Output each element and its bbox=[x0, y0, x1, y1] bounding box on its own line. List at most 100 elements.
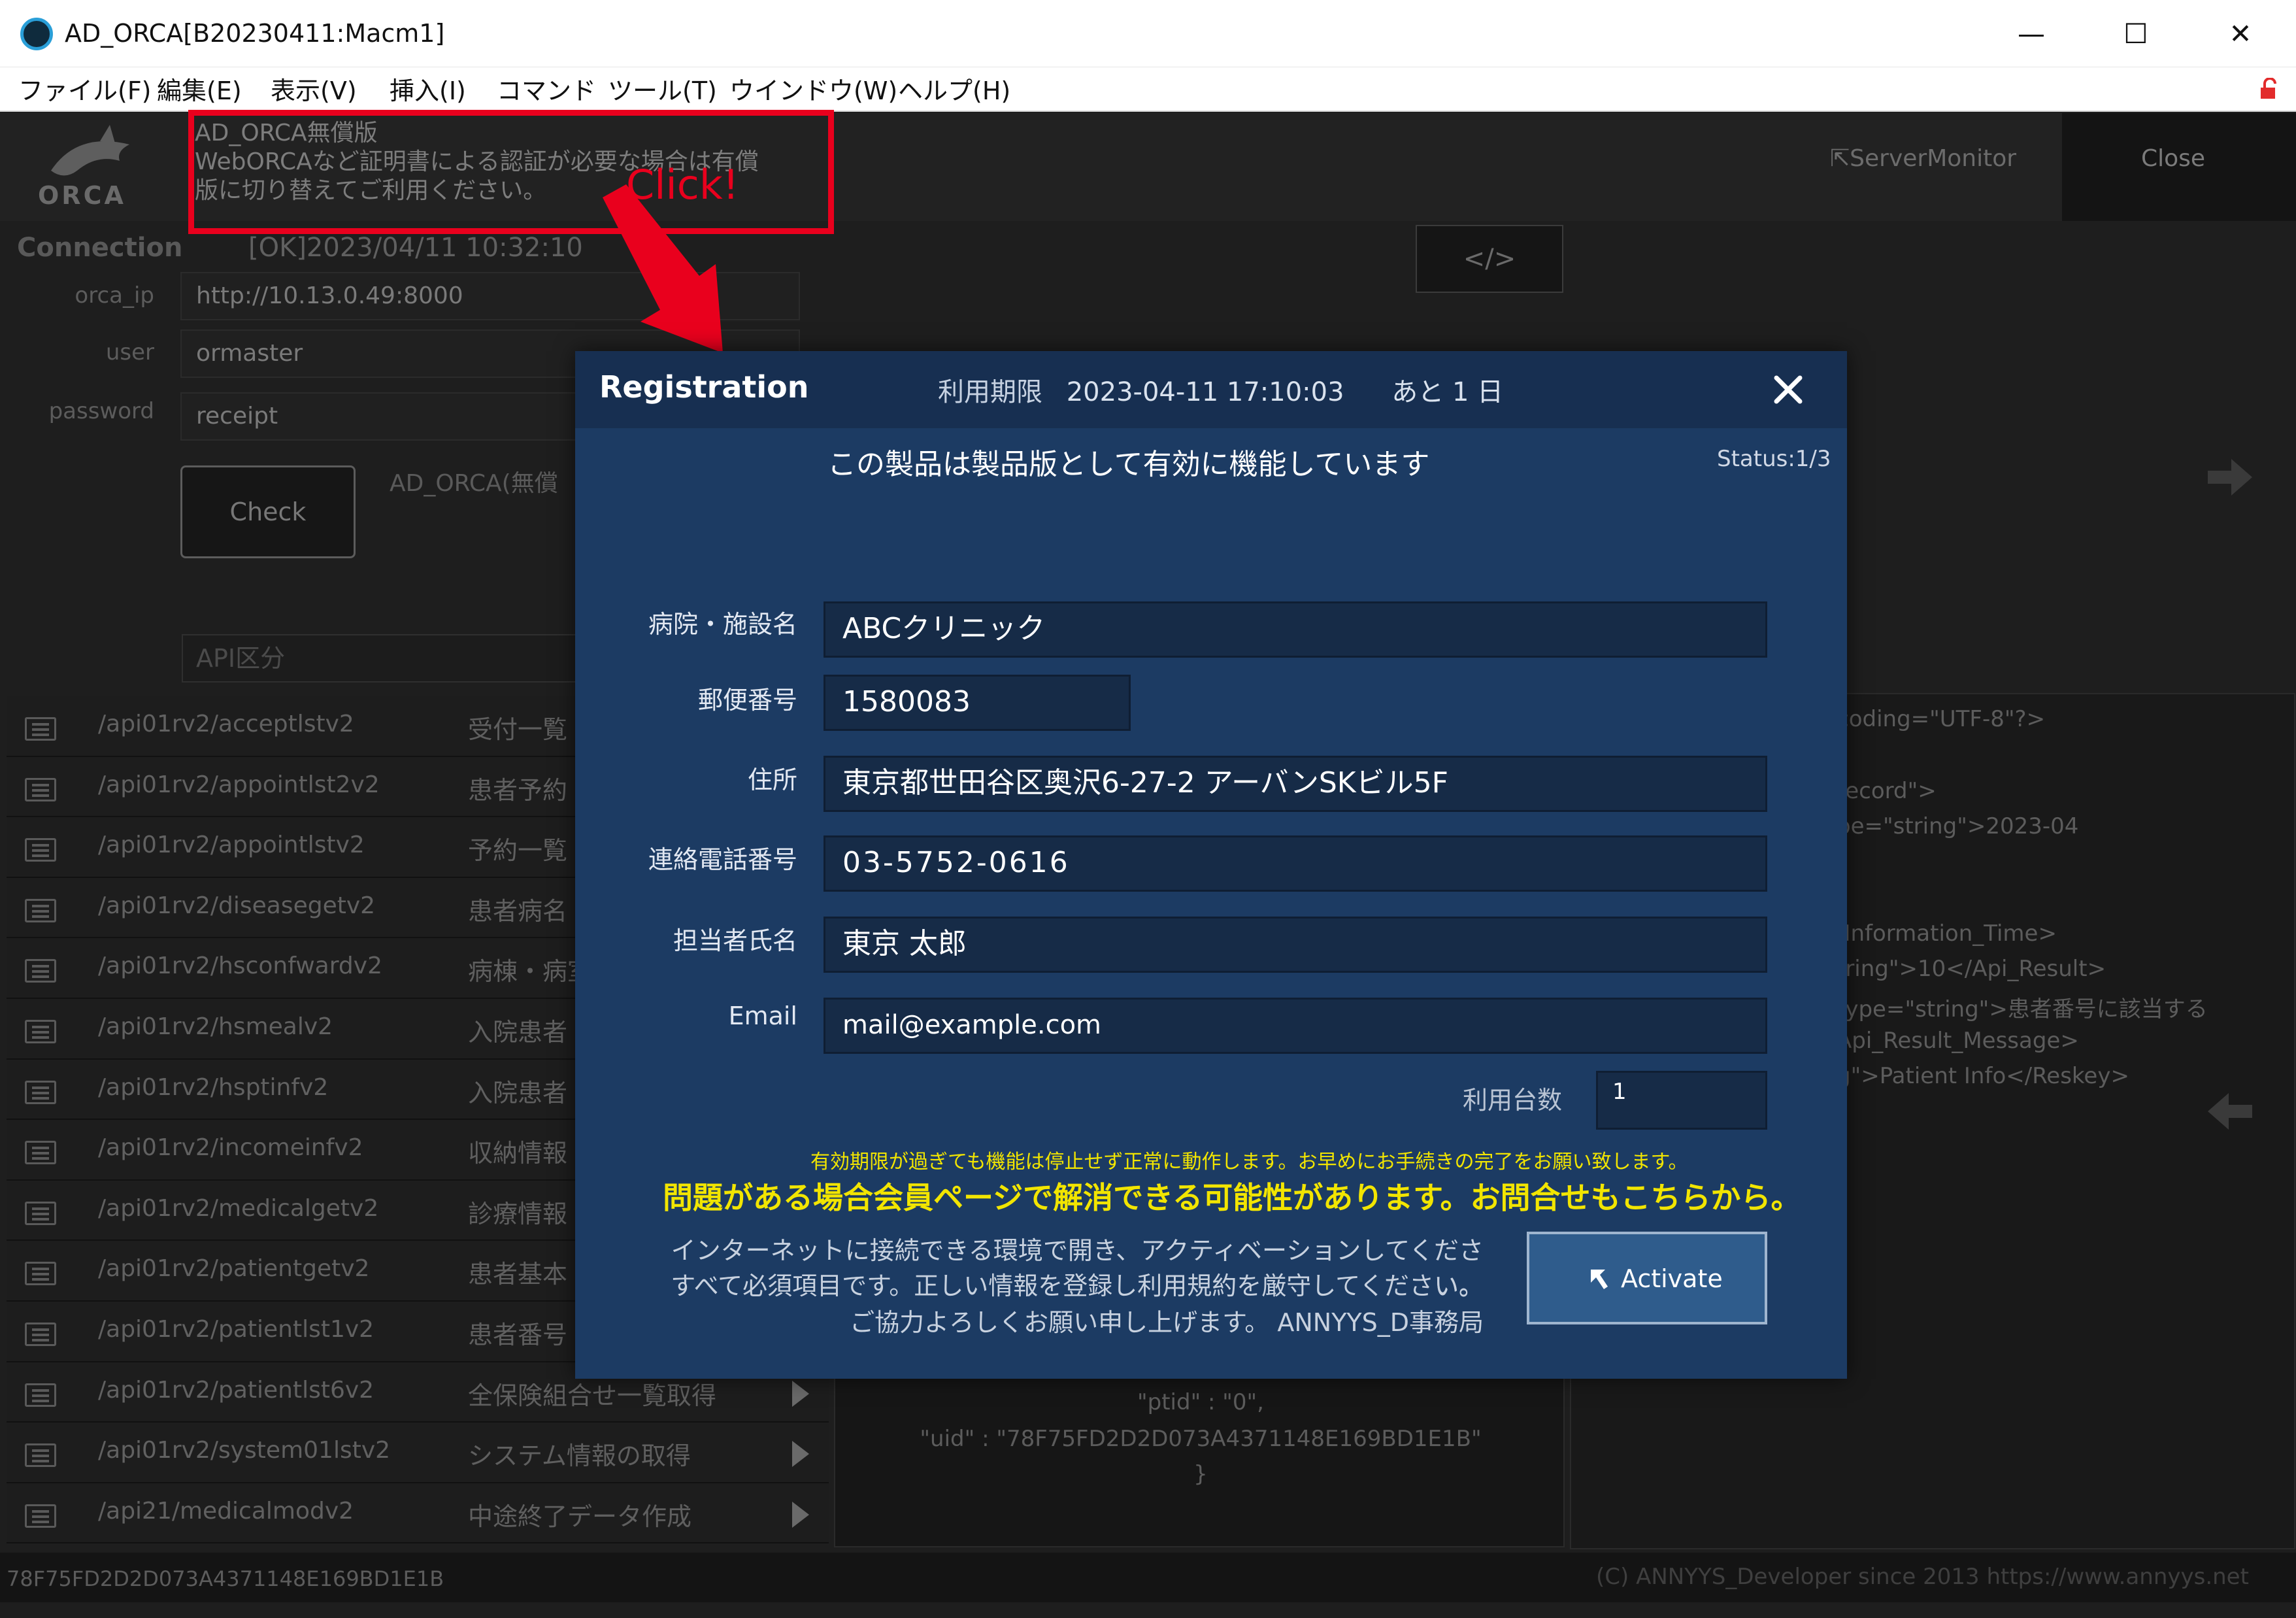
play-icon[interactable] bbox=[792, 1501, 809, 1528]
document-icon bbox=[25, 1383, 56, 1407]
units-input[interactable]: 1 bbox=[1596, 1071, 1767, 1130]
minimize-button[interactable]: — bbox=[2012, 14, 2051, 54]
list-item[interactable]: /api01rv2/system01lstv2 システム情報の取得 bbox=[7, 1423, 829, 1483]
document-icon bbox=[25, 1443, 56, 1468]
app-icon bbox=[20, 18, 53, 50]
list-item[interactable]: /api21/medicalmodv2 中途終了データ作成 bbox=[7, 1483, 829, 1544]
api-description: 患者予約 bbox=[468, 775, 568, 805]
menu-help[interactable]: ヘルプ(H) bbox=[898, 74, 1010, 108]
api-description: 中途終了データ作成 bbox=[468, 1502, 692, 1531]
window-title: AD_ORCA[B20230411:Macm1] bbox=[65, 19, 445, 48]
document-icon bbox=[25, 959, 56, 983]
api-path: /api01rv2/appointlstv2 bbox=[98, 832, 365, 859]
api-path: /api21/medicalmodv2 bbox=[98, 1497, 354, 1525]
app-window: { "window": { "title": "AD_ORCA[B2023041… bbox=[0, 0, 2296, 1618]
api-path: /api01rv2/acceptlstv2 bbox=[98, 711, 354, 737]
expiry-value: 2023-04-11 17:10:03 bbox=[1066, 377, 1344, 407]
address-label: 住所 bbox=[747, 766, 797, 794]
api-description: 入院患者 bbox=[468, 1017, 568, 1047]
play-icon[interactable] bbox=[792, 1441, 809, 1468]
address-input[interactable]: 東京都世田谷区奥沢6-27-2 アーバンSKビル5F bbox=[824, 756, 1767, 812]
api-path: /api01rv2/appointlst2v2 bbox=[98, 771, 380, 798]
arrow-right-icon[interactable] bbox=[2204, 451, 2256, 503]
email-input[interactable]: mail@example.com bbox=[824, 998, 1767, 1054]
document-icon bbox=[25, 1322, 56, 1346]
expiry-warning: 有効期限が過ぎても機能は停止せず正常に動作します。お早めにお手続きの完了をお願い… bbox=[810, 1151, 1688, 1173]
license-expiry: 利用期限 2023-04-11 17:10:03 あと 1 日 bbox=[938, 371, 1503, 409]
api-path: /api01rv2/hsconfwardv2 bbox=[98, 952, 382, 980]
connection-label: Connection bbox=[17, 233, 183, 263]
maximize-button[interactable]: ☐ bbox=[2116, 14, 2155, 54]
facility-input[interactable]: ABCクリニック bbox=[824, 601, 1767, 658]
play-icon[interactable] bbox=[792, 1380, 809, 1407]
close-button[interactable]: Close bbox=[2141, 145, 2205, 172]
postal-code-label: 郵便番号 bbox=[697, 686, 797, 715]
api-description: 患者番号 bbox=[468, 1320, 568, 1349]
menu-view[interactable]: 表示(V) bbox=[271, 74, 357, 108]
api-path: /api01rv2/hsmealv2 bbox=[98, 1013, 333, 1040]
xml-line: coding="UTF-8"?> bbox=[1837, 706, 2046, 732]
menu-tools[interactable]: ツール(T) bbox=[608, 74, 717, 108]
check-button[interactable]: Check bbox=[180, 465, 356, 558]
activate-label: Activate bbox=[1621, 1264, 1723, 1293]
api-description: 受付一覧 bbox=[468, 715, 568, 744]
remaining-days: あと 1 日 bbox=[1391, 377, 1504, 407]
api-path: /api01rv2/system01lstv2 bbox=[98, 1437, 391, 1464]
cursor-arrow-icon bbox=[1591, 1270, 1608, 1289]
expiry-label: 利用期限 bbox=[938, 377, 1042, 407]
xml-line: pe="string">2023-04 bbox=[1837, 813, 2079, 839]
document-icon bbox=[25, 898, 56, 922]
document-icon bbox=[25, 1141, 56, 1165]
arrow-left-icon[interactable] bbox=[2204, 1085, 2256, 1138]
menu-command[interactable]: コマンド bbox=[497, 74, 596, 108]
document-icon bbox=[25, 838, 56, 862]
orca-ip-label: orca_ip bbox=[75, 282, 154, 309]
menu-window[interactable]: ウインドウ(W) bbox=[729, 74, 897, 108]
api-description: 予約一覧 bbox=[468, 836, 568, 866]
xml-line: record"> bbox=[1837, 778, 1937, 804]
annotation-arrow-icon bbox=[603, 184, 723, 353]
device-id: 78F75FD2D2D073A4371148E169BD1E1B bbox=[7, 1566, 444, 1591]
copyright: (C) ANNYYS_Developer since 2013 https://… bbox=[1596, 1564, 2249, 1590]
xml-line: tring">10</Api_Result> bbox=[1837, 956, 2106, 982]
response-line-2: "uid" : "78F75FD2D2D073A4371148E169BD1E1… bbox=[920, 1426, 1482, 1452]
api-description: 病棟・病室 bbox=[468, 957, 593, 986]
menu-insert[interactable]: 挿入(I) bbox=[390, 74, 466, 108]
document-icon bbox=[25, 1262, 56, 1286]
api-description: 患者基本 bbox=[468, 1260, 568, 1289]
ad-orca-label: AD_ORCA(無償 bbox=[390, 470, 558, 497]
status-badge: Status:1/3 bbox=[1717, 446, 1831, 472]
api-description: システム情報の取得 bbox=[468, 1441, 691, 1471]
api-category-select[interactable]: API区分 bbox=[182, 634, 578, 683]
member-page-notice[interactable]: 問題がある場合会員ページで解消できる可能性があります。お問合せもこちらから。 bbox=[663, 1174, 1801, 1217]
document-icon bbox=[25, 1080, 56, 1104]
logo-text: ORCA bbox=[38, 181, 126, 210]
document-icon bbox=[25, 1504, 56, 1528]
api-description: 収納情報 bbox=[468, 1139, 568, 1168]
close-window-button[interactable]: ✕ bbox=[2221, 14, 2260, 54]
xml-line: /Information_Time> bbox=[1837, 920, 2057, 947]
close-icon[interactable] bbox=[1771, 373, 1805, 407]
menu-file[interactable]: ファイル(F) bbox=[18, 74, 152, 108]
dialog-title: Registration bbox=[599, 369, 809, 405]
activate-button[interactable]: Activate bbox=[1527, 1232, 1767, 1324]
phone-input[interactable]: 03-5752-0616 bbox=[824, 835, 1767, 892]
xml-line: Api_Result_Message> bbox=[1837, 1028, 2079, 1054]
user-label: user bbox=[105, 339, 154, 365]
units-label: 利用台数 bbox=[1462, 1086, 1562, 1115]
api-description: 全保険組合せ一覧取得 bbox=[468, 1381, 717, 1410]
menu-edit[interactable]: 編集(E) bbox=[157, 74, 242, 108]
server-monitor-link[interactable]: ⇱ServerMonitor bbox=[1830, 145, 2016, 172]
api-path: /api01rv2/patientlst1v2 bbox=[98, 1315, 374, 1343]
code-view-button[interactable]: </> bbox=[1416, 225, 1563, 293]
api-path: /api01rv2/medicalgetv2 bbox=[98, 1194, 379, 1222]
document-icon bbox=[25, 777, 56, 801]
api-description: 患者病名 bbox=[468, 896, 568, 926]
api-path: /api01rv2/patientlst6v2 bbox=[98, 1376, 374, 1404]
unlock-icon[interactable] bbox=[2258, 78, 2280, 100]
contact-person-input[interactable]: 東京 太郎 bbox=[824, 917, 1767, 973]
document-icon bbox=[25, 1019, 56, 1043]
api-path: /api01rv2/incomeinfv2 bbox=[98, 1134, 363, 1162]
instruction-line-2: すべて必須項目です。正しい情報を登録し利用規約を厳守してください。 bbox=[671, 1272, 1484, 1300]
postal-code-input[interactable]: 1580083 bbox=[824, 675, 1131, 731]
